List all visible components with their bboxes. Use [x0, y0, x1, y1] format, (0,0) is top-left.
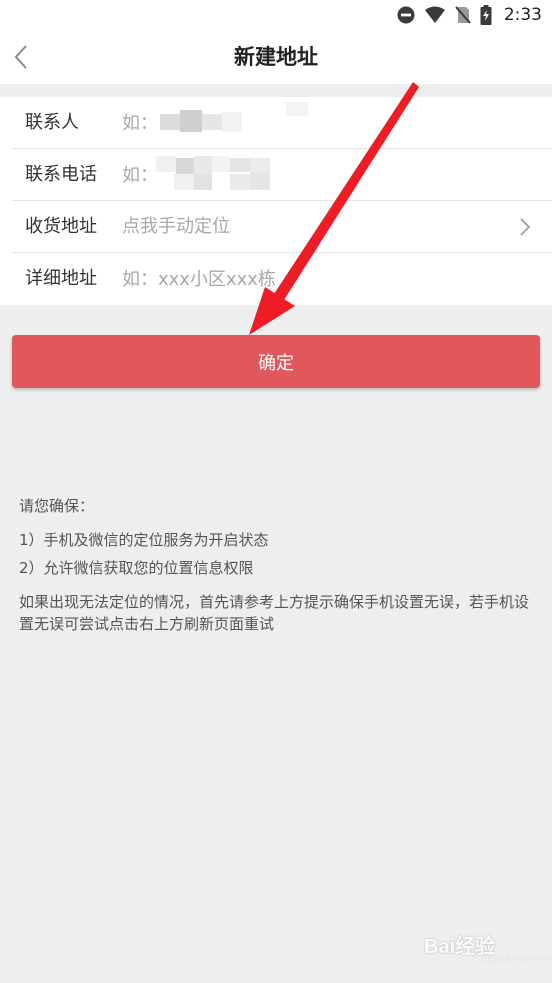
watermark-logo: Bai经验 jingyan.baidu.com	[424, 928, 552, 968]
detail-input[interactable]	[122, 253, 502, 305]
navigation-bar: 新建地址	[0, 30, 552, 84]
address-form: 联系人 联系电话 收货地址 点我手动定位 详细地址	[0, 97, 552, 305]
no-sim-icon	[455, 6, 471, 24]
location-row[interactable]: 收货地址 点我手动定位	[0, 201, 552, 253]
tips-note: 如果出现无法定位的情况，首先请参考上方提示确保手机设置无误，若手机设置无误可尝试…	[19, 593, 530, 633]
status-bar: 2:33	[0, 0, 552, 30]
location-picker[interactable]: 点我手动定位	[122, 201, 230, 253]
chevron-right-icon	[520, 218, 531, 236]
phone-label: 联系电话	[25, 164, 97, 185]
contact-label: 联系人	[25, 112, 79, 133]
phone-input[interactable]	[122, 149, 502, 201]
phone-row: 联系电话	[0, 149, 552, 201]
contact-input[interactable]	[122, 97, 502, 149]
detail-label: 详细地址	[25, 268, 97, 289]
page-title: 新建地址	[234, 45, 318, 69]
battery-charging-icon	[480, 5, 492, 25]
location-label: 收货地址	[25, 216, 97, 237]
tip-item: 2）允许微信获取您的位置信息权限	[19, 559, 254, 577]
confirm-button[interactable]: 确定	[12, 335, 540, 388]
status-icons: 2:33	[397, 4, 542, 26]
tips-section: 请您确保： 1）手机及微信的定位服务为开启状态 2）允许微信获取您的位置信息权限…	[19, 495, 534, 635]
tip-item: 1）手机及微信的定位服务为开启状态	[19, 531, 269, 549]
contact-row: 联系人	[0, 97, 552, 149]
status-time: 2:33	[503, 5, 542, 25]
tips-heading: 请您确保：	[19, 497, 95, 515]
detail-row: 详细地址	[0, 253, 552, 305]
do-not-disturb-icon	[397, 6, 415, 24]
wifi-icon	[424, 6, 445, 23]
watermark-url: jingyan.baidu.com	[482, 954, 552, 963]
